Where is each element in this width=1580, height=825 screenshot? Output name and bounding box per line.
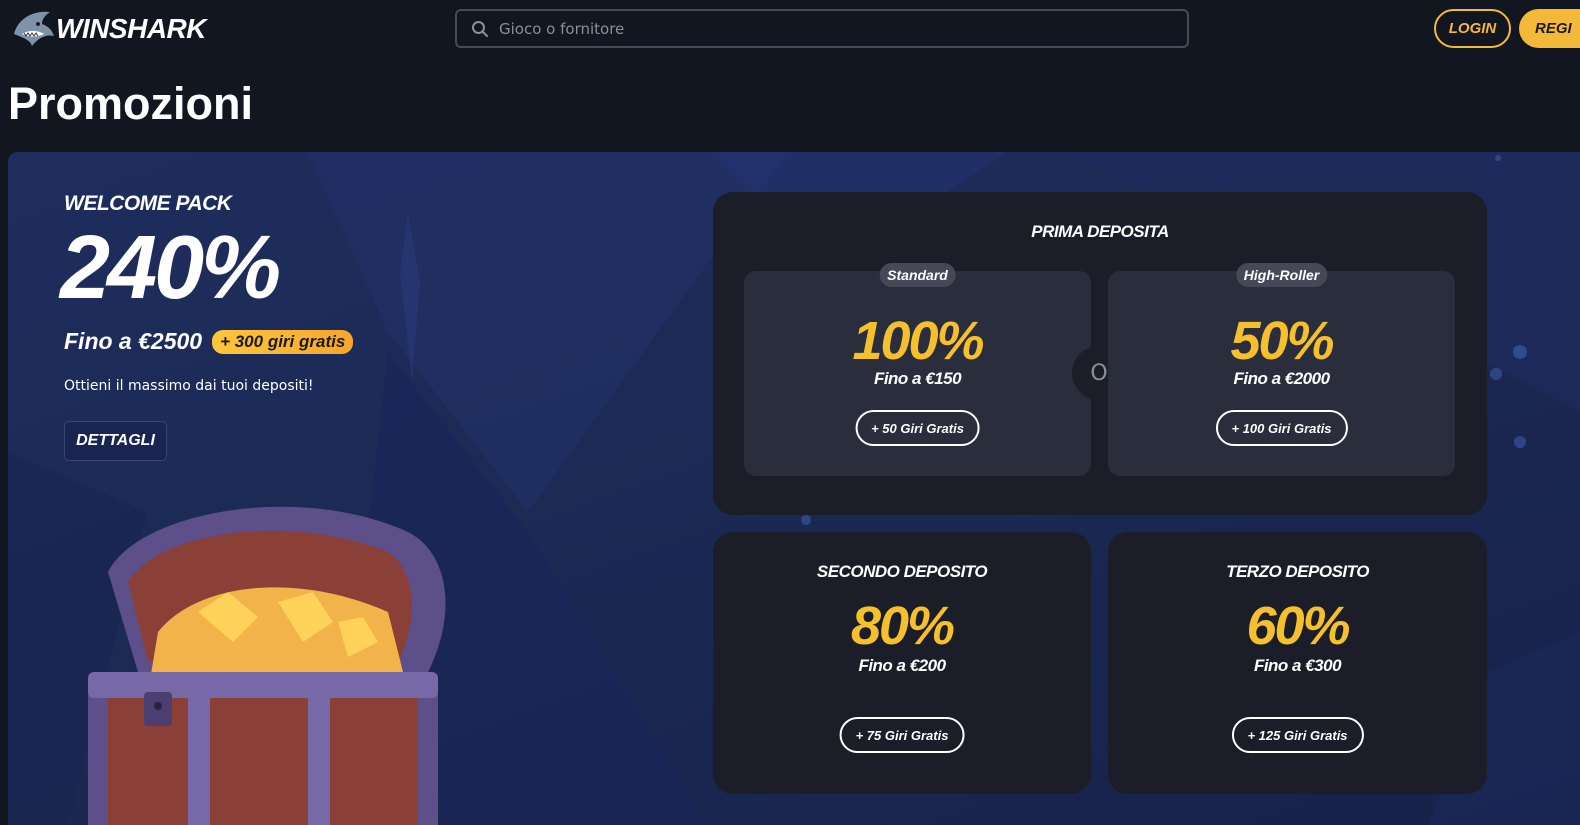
login-button[interactable]: LOGIN	[1434, 9, 1511, 48]
logo[interactable]: WINSHARK	[8, 4, 207, 54]
high-roller-upto: Fino a €2000	[1233, 369, 1330, 388]
register-button[interactable]: REGI	[1519, 9, 1580, 48]
brand-name: WINSHARK	[56, 13, 207, 44]
first-deposit-title: PRIMA DEPOSITA	[1031, 222, 1169, 241]
second-deposit-upto: Fino a €200	[858, 656, 946, 675]
welcome-pack-banner: WELCOME PACK 240% Fino a €2500 + 300 gir…	[8, 152, 1580, 825]
first-deposit-card: PRIMA DEPOSITA Standard 100% Fino a €150…	[713, 192, 1487, 515]
shark-logo-icon	[14, 11, 54, 47]
free-spins-badge: + 300 giri gratis	[212, 329, 354, 354]
third-deposit-card[interactable]: TERZO DEPOSITO 60% Fino a €300 + 125 Gir…	[1108, 532, 1487, 794]
welcome-percent: 240%	[60, 218, 281, 318]
standard-upto: Fino a €150	[873, 369, 962, 388]
standard-percent: 100%	[852, 311, 984, 371]
welcome-amount-row: Fino a €2500 + 300 giri gratis	[64, 328, 354, 355]
search-bar[interactable]	[455, 9, 1189, 48]
second-deposit-percent: 80%	[850, 596, 955, 656]
high-roller-tag: High-Roller	[1235, 263, 1328, 287]
third-deposit-upto: Fino a €300	[1253, 656, 1342, 675]
welcome-pack-label: WELCOME PACK	[64, 192, 232, 215]
search-icon	[471, 20, 489, 38]
high-roller-option-card[interactable]: High-Roller 50% Fino a €2000 + 100 Giri …	[1108, 263, 1455, 476]
treasure-chest-icon	[88, 506, 446, 825]
third-deposit-percent: 60%	[1246, 596, 1350, 656]
third-deposit-title: TERZO DEPOSITO	[1226, 562, 1369, 581]
details-button[interactable]: DETTAGLI	[64, 421, 167, 461]
page-title: Promozioni	[8, 78, 253, 129]
search-input[interactable]	[499, 19, 1187, 38]
welcome-description: Ottieni il massimo dai tuoi depositi!	[64, 378, 314, 394]
second-deposit-title: SECONDO DEPOSITO	[816, 562, 988, 581]
top-bar: WINSHARK LOGIN REGI	[0, 0, 1580, 58]
high-roller-spins-button[interactable]: + 100 Giri Gratis	[1215, 410, 1348, 446]
second-deposit-card[interactable]: SECONDO DEPOSITO 80% Fino a €200 + 75 Gi…	[713, 532, 1091, 794]
standard-spins-button[interactable]: + 50 Giri Gratis	[855, 410, 980, 446]
third-deposit-spins-button[interactable]: + 125 Giri Gratis	[1231, 717, 1364, 753]
welcome-amount: Fino a €2500	[64, 328, 203, 354]
standard-option-card[interactable]: Standard 100% Fino a €150 + 50 Giri Grat…	[744, 263, 1091, 476]
standard-tag: Standard	[879, 263, 956, 287]
second-deposit-spins-button[interactable]: + 75 Giri Gratis	[839, 717, 965, 753]
high-roller-percent: 50%	[1230, 311, 1334, 371]
